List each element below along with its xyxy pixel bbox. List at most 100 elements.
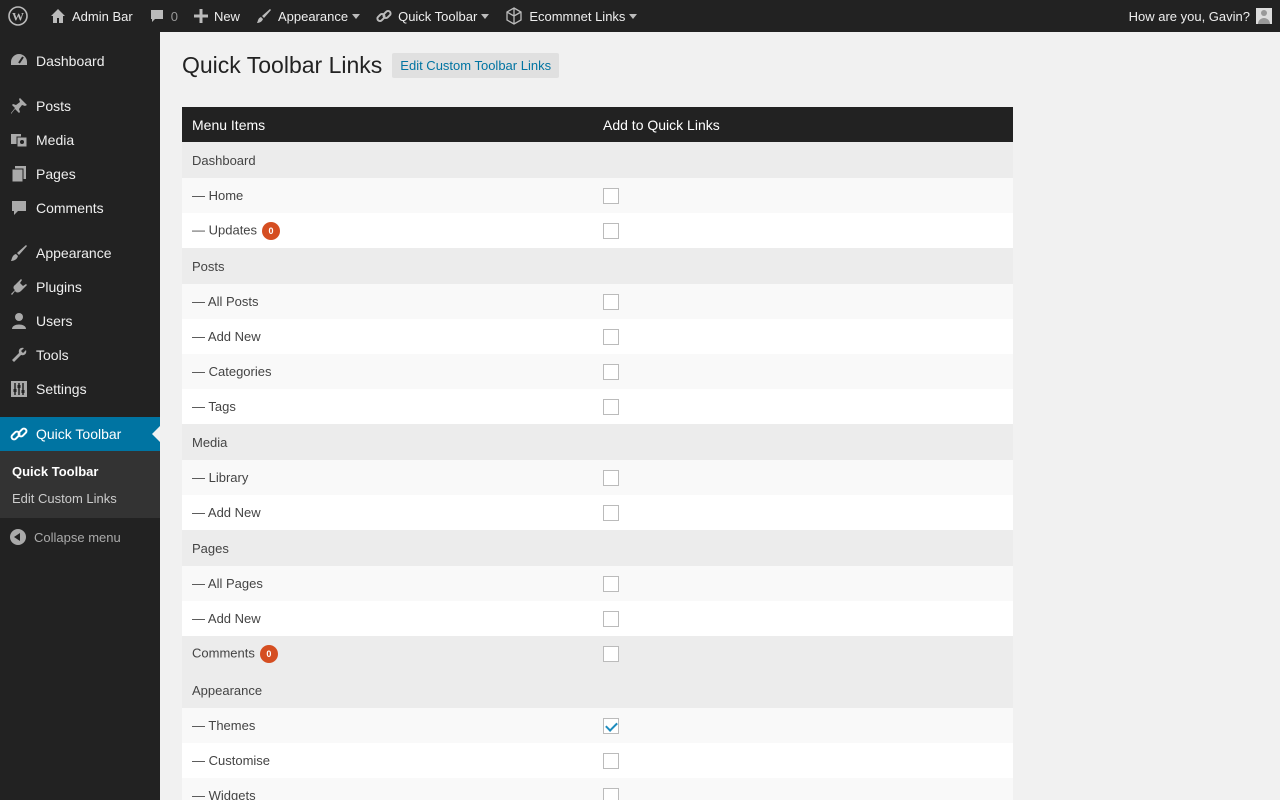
add-to-quick-links-cell [593,424,1013,460]
add-to-quick-links-cell [593,495,1013,530]
menu-item-cell: — Add New [182,319,593,354]
sidebar-item-posts[interactable]: Posts [0,89,160,123]
table-row: — Add New [182,319,1013,354]
menu-item-label: — Add New [192,505,261,520]
menu-item-label: — Library [192,470,249,485]
menu-item-label: — Categories [192,364,272,379]
menu-item-cell: — Customise [182,743,593,778]
add-to-quick-links-checkbox[interactable] [603,575,619,592]
submenu-item-edit-custom-links[interactable]: Edit Custom Links [0,485,160,512]
add-to-quick-links-cell [593,636,1013,672]
add-to-quick-links-checkbox[interactable] [603,187,619,204]
sidebar-item-quick-toolbar[interactable]: Quick Toolbar [0,417,160,451]
table-row: — All Pages [182,566,1013,601]
menu-item-label: Comments [192,645,255,661]
submenu-item-quick-toolbar[interactable]: Quick Toolbar [0,458,160,485]
admin-menu: Dashboard Posts Media Pages Comments App… [0,32,160,800]
wordpress-logo-menu[interactable]: W [0,0,42,32]
add-to-quick-links-checkbox[interactable] [603,504,619,521]
menu-item-label: — Home [192,188,244,203]
menu-item-cell: — Widgets [182,778,593,800]
menu-item-label: — Add New [192,611,261,626]
sidebar-item-label: Quick Toolbar [36,426,122,442]
menu-item-cell: Posts [182,248,593,284]
site-name-link[interactable]: Admin Bar [42,0,141,32]
add-to-quick-links-checkbox[interactable] [603,752,619,769]
sidebar-item-plugins[interactable]: Plugins [0,270,160,304]
add-to-quick-links-checkbox[interactable] [603,363,619,380]
link-icon [376,9,392,23]
count-badge: 0 [259,645,278,663]
menu-item-label: — Customise [192,753,271,768]
user-icon [10,312,28,330]
admin-bar: W Admin Bar 0 New Appearance Quick Toolb… [0,0,1280,32]
edit-custom-toolbar-links-button[interactable]: Edit Custom Toolbar Links [392,52,560,78]
table-row: — Widgets [182,778,1013,800]
ecommnet-label: Ecommnet Links [529,8,626,24]
sidebar-item-users[interactable]: Users [0,304,160,338]
my-account-menu[interactable]: How are you, Gavin? [1129,8,1280,24]
table-row: — Customise [182,743,1013,778]
appearance-menu[interactable]: Appearance [248,0,368,32]
menu-item-label: — All Pages [192,576,263,591]
comments-link[interactable]: 0 [141,0,186,32]
sidebar-item-settings[interactable]: Settings [0,372,160,406]
menu-item-label: — Widgets [192,788,256,800]
table-row: — Add New [182,601,1013,636]
quick-toolbar-label: Quick Toolbar [398,8,478,24]
sidebar-item-dashboard[interactable]: Dashboard [0,44,160,78]
menu-item-label: Appearance [192,682,263,698]
chevron-down-icon [629,13,638,19]
menu-item-cell: — Home [182,178,593,213]
menu-item-cell: Dashboard [182,142,593,178]
settings-icon [10,380,28,398]
add-to-quick-links-cell [593,778,1013,800]
page-title: Quick Toolbar Links [182,51,383,78]
add-to-quick-links-checkbox[interactable] [603,610,619,627]
add-to-quick-links-checkbox[interactable] [603,717,619,734]
add-to-quick-links-checkbox[interactable] [603,222,619,239]
table-row: — Library [182,460,1013,495]
link-icon [10,425,28,443]
menu-item-cell: — Themes [182,708,593,743]
add-to-quick-links-checkbox[interactable] [603,469,619,486]
column-header-menu-items: Menu Items [182,107,593,142]
sidebar-item-label: Appearance [36,245,112,261]
add-to-quick-links-checkbox[interactable] [603,293,619,310]
ecommnet-logo-icon [506,7,522,25]
sidebar-item-label: Plugins [36,279,82,295]
sidebar-item-comments[interactable]: Comments [0,191,160,225]
table-group-row: Posts [182,248,1013,284]
page-heading: Quick Toolbar Links Edit Custom Toolbar … [182,32,1013,98]
sidebar-item-appearance[interactable]: Appearance [0,236,160,270]
table-row: — Home [182,178,1013,213]
column-header-add-to-quick-links: Add to Quick Links [593,107,1013,142]
sidebar-item-pages[interactable]: Pages [0,157,160,191]
chevron-down-icon [352,13,361,19]
add-to-quick-links-checkbox[interactable] [603,328,619,345]
appearance-label: Appearance [277,8,349,24]
menu-item-label: Pages [192,540,229,556]
add-to-quick-links-checkbox[interactable] [603,787,619,800]
table-header-row: Menu Items Add to Quick Links [182,107,1013,142]
menu-item-cell: — Updates 0 [182,213,593,248]
menu-item-cell: — Library [182,460,593,495]
add-to-quick-links-checkbox[interactable] [603,398,619,415]
table-row: — Updates 0 [182,213,1013,248]
add-to-quick-links-cell [593,743,1013,778]
sidebar-item-label: Media [36,132,75,148]
new-content-menu[interactable]: New [186,0,248,32]
add-to-quick-links-checkbox[interactable] [603,646,619,663]
home-icon [51,9,65,23]
sidebar-item-label: Comments [36,200,104,216]
chevron-down-icon [481,13,490,19]
sidebar-item-media[interactable]: Media [0,123,160,157]
collapse-menu-button[interactable]: Collapse menu [0,520,160,554]
menu-item-cell: Appearance [182,672,593,708]
quick-toolbar-menu[interactable]: Quick Toolbar [368,0,497,32]
media-icon [10,131,28,149]
menu-item-label: — Tags [192,399,236,414]
ecommnet-links-menu[interactable]: Ecommnet Links [497,0,645,32]
add-to-quick-links-cell [593,389,1013,424]
sidebar-item-tools[interactable]: Tools [0,338,160,372]
